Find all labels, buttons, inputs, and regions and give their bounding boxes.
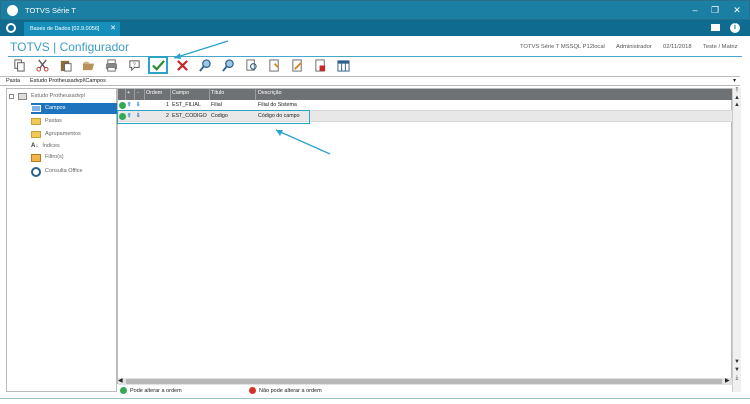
- col-header-remove[interactable]: -: [137, 89, 139, 98]
- tree-item-label: Agrupamentos: [45, 131, 81, 137]
- move-down-icon[interactable]: ⇩: [136, 100, 140, 110]
- green-dot-icon: [120, 387, 127, 396]
- company-branch: Teste / Matriz: [703, 44, 738, 50]
- minimize-button[interactable]: –: [685, 4, 705, 17]
- title-bar: TOTVS Série T – ❐ ✕: [0, 0, 750, 20]
- tree-item-label: Consulta Office: [45, 168, 83, 174]
- collapse-icon[interactable]: [9, 94, 14, 99]
- paste-icon[interactable]: [57, 57, 73, 73]
- cell-campo: EST_FILIAL: [172, 102, 201, 108]
- col-header-ordem[interactable]: Ordem: [146, 89, 162, 98]
- table-icon[interactable]: [335, 57, 351, 73]
- chevron-down-icon[interactable]: ▾: [733, 77, 736, 84]
- copy-icon[interactable]: [11, 57, 27, 73]
- svg-text:?: ?: [132, 62, 135, 68]
- cell-titulo: Codigo: [211, 113, 228, 119]
- preview-icon[interactable]: [243, 57, 259, 73]
- folder-label: Pasta: [6, 78, 21, 84]
- cell-descricao: Código do campo: [258, 113, 300, 119]
- totvs-logo-icon: [7, 5, 18, 16]
- page-down-icon[interactable]: ▼: [733, 359, 741, 366]
- cell-campo: EST_CODIGO: [172, 113, 207, 119]
- fields-grid: [117, 88, 732, 384]
- print-icon[interactable]: [103, 57, 119, 73]
- folder-icon: [31, 118, 41, 125]
- tree-root-label: Estudo Protheusadvpl: [31, 93, 85, 99]
- environment-info: TOTVS Série T MSSQL P12local: [520, 44, 605, 50]
- cut-icon[interactable]: [34, 57, 50, 73]
- magnifier-icon: [31, 166, 41, 177]
- col-header-titulo[interactable]: Título: [211, 89, 224, 98]
- cell-ordem: 2: [166, 113, 169, 119]
- fields-icon: [31, 105, 41, 112]
- mail-icon[interactable]: [711, 24, 720, 31]
- horizontal-scroll-thumb[interactable]: [126, 379, 722, 384]
- tree-item-agrupamentos[interactable]: Agrupamentos: [31, 129, 81, 140]
- scroll-left-icon[interactable]: ◀: [118, 377, 123, 384]
- database-icon: [18, 93, 27, 100]
- edit-icon[interactable]: [289, 57, 305, 73]
- annotation-arrow-toolbar: [173, 40, 229, 59]
- group-icon: [31, 131, 41, 138]
- move-down-icon[interactable]: ⇩: [136, 111, 140, 121]
- tree-item-pastas[interactable]: Pastas: [31, 116, 62, 127]
- sort-az-icon: A↓: [31, 143, 39, 149]
- legend: Pode alterar a ordem Não pode alterar a …: [118, 386, 732, 396]
- scroll-bottom-icon[interactable]: ⤓: [733, 375, 741, 382]
- legend-can-reorder: Pode alterar a ordem: [130, 388, 182, 394]
- move-up-icon[interactable]: ⇧: [127, 100, 131, 110]
- restore-button[interactable]: ❐: [705, 4, 725, 17]
- window-title: TOTVS Série T: [25, 6, 76, 15]
- tree-item-indices[interactable]: A↓ Índices: [31, 141, 60, 152]
- cell-ordem: 1: [166, 102, 169, 108]
- scroll-up-icon[interactable]: ▲: [733, 95, 741, 102]
- tree-root[interactable]: Estudo Protheusadvpl: [9, 91, 85, 102]
- red-dot-icon: [249, 387, 256, 396]
- status-bar: [0, 398, 750, 404]
- col-header-descricao[interactable]: Descrição: [258, 89, 282, 98]
- tab-bases-de-dados[interactable]: Bases de Dados [02.9.0056] ✕: [24, 22, 120, 36]
- tab-label: Bases de Dados [02.9.0056]: [30, 26, 100, 32]
- close-button[interactable]: ✕: [727, 4, 747, 17]
- tree-item-label: Pastas: [45, 118, 62, 124]
- annotation-arrow-row: [275, 129, 331, 155]
- col-header-campo[interactable]: Campo: [172, 89, 189, 98]
- filter-icon: [31, 153, 41, 162]
- user-name: Administrador: [616, 44, 652, 50]
- legend-cannot-reorder: Não pode alterar a ordem: [259, 388, 322, 394]
- scroll-down-icon[interactable]: ▼: [733, 367, 741, 374]
- tree-item-consulta-office[interactable]: Consulta Office: [31, 166, 83, 177]
- system-date: 02/11/2018: [663, 44, 692, 50]
- tree-item-filtros[interactable]: Filtro(s): [31, 152, 64, 163]
- page-up-icon[interactable]: ▲: [733, 102, 741, 109]
- app-title: TOTVS | Configurador: [10, 40, 129, 54]
- folder-tree: Estudo Protheusadvpl Campos Pastas Agrup…: [6, 88, 117, 392]
- tree-item-label: Campos: [45, 105, 66, 111]
- new-icon[interactable]: [266, 57, 282, 73]
- status-green-icon: [119, 113, 126, 122]
- cell-descricao: Filial do Sistema: [258, 102, 297, 108]
- open-icon[interactable]: [80, 57, 96, 73]
- tab-close-icon[interactable]: ✕: [110, 22, 116, 36]
- tree-item-label: Filtro(s): [45, 154, 64, 160]
- help-icon[interactable]: ?: [126, 57, 142, 73]
- folder-path-bar: Pasta Estudo Protheusadvpl\Campos ▾: [0, 76, 740, 86]
- info-icon[interactable]: i: [730, 23, 740, 33]
- vertical-scrollbar[interactable]: ⤒ ▲ ▲ ▼ ▼ ⤓: [732, 88, 741, 392]
- col-header-add[interactable]: +: [127, 89, 130, 98]
- cell-titulo: Filial: [211, 102, 222, 108]
- scroll-top-icon[interactable]: ⤒: [733, 88, 741, 95]
- home-icon[interactable]: [6, 23, 16, 33]
- scroll-right-icon[interactable]: ▶: [725, 377, 730, 384]
- tree-item-campos[interactable]: Campos: [31, 103, 117, 114]
- tree-item-label: Índices: [42, 143, 60, 149]
- move-up-icon[interactable]: ⇧: [127, 111, 131, 121]
- delete-icon[interactable]: [312, 57, 328, 73]
- folder-path-value[interactable]: Estudo Protheusadvpl\Campos: [30, 78, 106, 84]
